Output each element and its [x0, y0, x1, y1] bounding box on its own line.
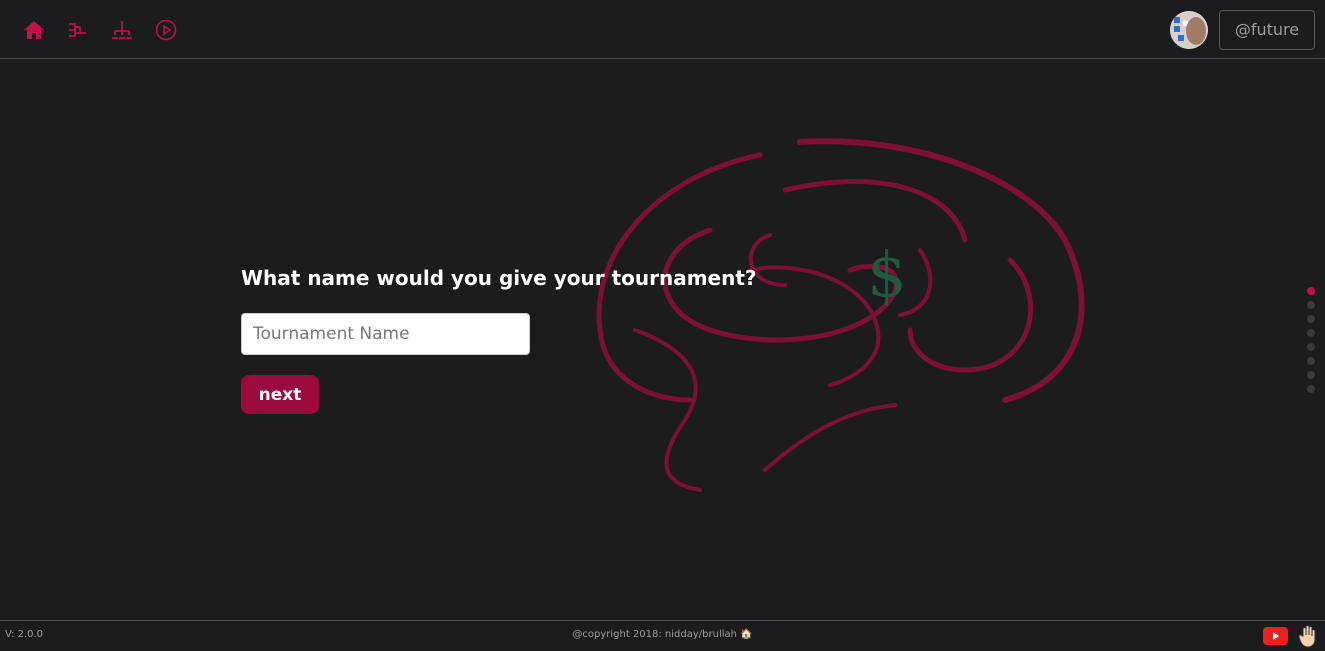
step-dot[interactable]	[1307, 385, 1315, 393]
youtube-icon[interactable]	[1263, 627, 1288, 645]
copyright-text: @copyright 2018: nidday/brullah 🏠	[572, 629, 753, 640]
step-dot[interactable]	[1307, 287, 1315, 295]
question-heading: What name would you give your tournament…	[241, 266, 757, 290]
home-icon[interactable]	[22, 18, 46, 42]
step-dot[interactable]	[1307, 357, 1315, 365]
svg-text:$: $	[867, 238, 906, 311]
hierarchy-icon[interactable]	[110, 18, 134, 42]
step-dot[interactable]	[1307, 371, 1315, 379]
top-bar: @future	[0, 0, 1325, 59]
step-dot[interactable]	[1307, 329, 1315, 337]
footer: V: 2.0.0 @copyright 2018: nidday/brullah…	[0, 620, 1325, 650]
brain-dollar-icon: $	[596, 138, 1085, 492]
step-indicator	[1307, 287, 1315, 399]
step-dot[interactable]	[1307, 343, 1315, 351]
step-dot[interactable]	[1307, 315, 1315, 323]
avatar[interactable]	[1170, 11, 1208, 49]
tournament-name-input[interactable]	[241, 313, 530, 355]
hand-icon[interactable]	[1298, 624, 1318, 648]
next-button[interactable]: next	[241, 375, 319, 414]
user-handle-button[interactable]: @future	[1219, 10, 1315, 50]
bracket-icon[interactable]	[66, 18, 90, 42]
play-icon[interactable]	[154, 18, 178, 42]
step-dot[interactable]	[1307, 301, 1315, 309]
